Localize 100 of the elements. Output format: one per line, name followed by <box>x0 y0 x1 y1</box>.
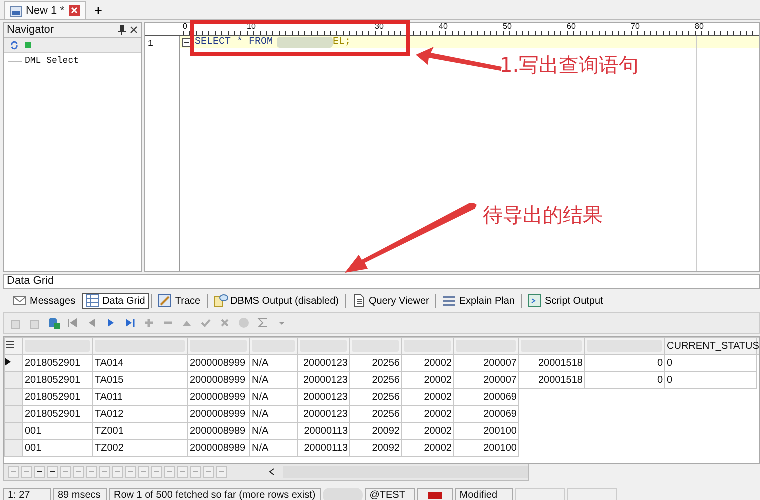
table-cell: 20002 <box>402 440 454 456</box>
table-cell: 0 <box>584 354 664 372</box>
cursor-position: 1: 27 <box>3 488 51 500</box>
table-cell: N/A <box>250 354 298 372</box>
document-icon <box>352 294 366 308</box>
table-cell: TZ002 <box>92 440 188 456</box>
close-icon[interactable] <box>68 5 80 16</box>
row-header[interactable] <box>4 354 22 372</box>
flag-icon <box>428 492 442 499</box>
close-icon[interactable] <box>130 26 138 34</box>
pencil-chart-icon <box>158 294 172 308</box>
cross-icon[interactable] <box>219 317 231 329</box>
table-cell: 20000123 <box>298 406 350 422</box>
result-tab[interactable]: Messages <box>9 293 80 309</box>
ruler-number: 40 <box>439 22 448 31</box>
collapse-icon[interactable] <box>182 38 191 46</box>
status-cell <box>566 488 617 500</box>
table-cell: 001 <box>22 440 92 456</box>
table-cell: 20092 <box>350 422 402 440</box>
ruler-number: 50 <box>503 22 512 31</box>
table-cell: N/A <box>250 372 298 388</box>
column-header[interactable]: CURRENT_STATUS <box>664 338 756 354</box>
table-cell: 2000008999 <box>188 388 250 406</box>
document-bubble-icon <box>214 294 228 308</box>
table-cell: TZ001 <box>92 422 188 440</box>
pin-icon[interactable] <box>118 25 126 35</box>
list-icon <box>442 294 456 308</box>
table-cell: 20001518 <box>518 354 584 372</box>
current-row-icon <box>6 358 11 366</box>
check-icon[interactable] <box>200 317 212 329</box>
status-message: Row 1 of 500 fetched so far (more rows exist) <box>109 488 321 500</box>
first-icon[interactable] <box>67 317 79 329</box>
last-icon[interactable] <box>124 317 136 329</box>
table-cell: 0 <box>584 372 664 388</box>
table-cell: 200007 <box>454 354 518 372</box>
tree-item[interactable]: DML Select <box>25 56 80 66</box>
result-tab[interactable]: Trace <box>154 293 205 309</box>
ruler-number: 80 <box>695 22 704 31</box>
sum-icon[interactable] <box>257 317 269 329</box>
tree-line-icon <box>8 60 22 62</box>
table-cell: 200100 <box>454 440 518 456</box>
refresh-icon[interactable] <box>10 40 19 50</box>
table-cell: 2000008989 <box>188 422 250 440</box>
table-cell: 2000008989 <box>188 440 250 456</box>
database-icon[interactable] <box>48 317 60 329</box>
table-cell: TA014 <box>92 354 188 372</box>
table-cell: 20000123 <box>298 354 350 372</box>
connection-name: @TEST <box>364 488 415 500</box>
panel-title: Data Grid <box>3 274 760 289</box>
new-tab-button[interactable]: + <box>90 2 108 19</box>
elapsed-time: 89 msecs <box>53 488 107 500</box>
nav-button-icon[interactable] <box>34 466 45 478</box>
panel-title: Navigator <box>7 24 56 36</box>
result-tab[interactable]: Explain Plan <box>438 293 519 309</box>
table-cell: N/A <box>250 406 298 422</box>
plus-icon[interactable] <box>143 317 155 329</box>
result-tab[interactable]: Data Grid <box>82 293 150 309</box>
table-cell: N/A <box>250 440 298 456</box>
script-icon <box>528 294 542 308</box>
result-tab[interactable]: Script Output <box>524 293 608 309</box>
table-cell: 2018052901 <box>22 354 92 372</box>
annotation-text: 1.写出查询语句 <box>500 52 640 79</box>
table-cell: 001 <box>22 422 92 440</box>
table-cell: 20256 <box>350 372 402 388</box>
document-tab[interactable]: New 1 * <box>4 1 86 19</box>
tab-label: New 1 * <box>26 4 65 16</box>
ruler-number: 70 <box>631 22 640 31</box>
result-tab[interactable]: Query Viewer <box>348 293 434 309</box>
ruler-number: 0 <box>183 22 188 31</box>
scrollbar[interactable] <box>283 466 528 478</box>
table-cell: 20002 <box>402 406 454 422</box>
table-cell: 20000113 <box>298 422 350 440</box>
table-cell: TA015 <box>92 372 188 388</box>
table-cell: 2000008999 <box>188 354 250 372</box>
message-icon <box>13 294 27 308</box>
table-cell: 20002 <box>402 422 454 440</box>
nav-button-icon[interactable] <box>47 466 58 478</box>
table-cell: 20002 <box>402 372 454 388</box>
table-cell: TA012 <box>92 406 188 422</box>
grid-icon <box>86 294 100 308</box>
table-cell: 20000123 <box>298 388 350 406</box>
table-cell: 2000008999 <box>188 406 250 422</box>
table-cell: 20256 <box>350 354 402 372</box>
table-cell: 20256 <box>350 406 402 422</box>
table-cell: 20002 <box>402 354 454 372</box>
table-cell: 200069 <box>454 406 518 422</box>
table-cell: 20092 <box>350 440 402 456</box>
result-tab[interactable]: DBMS Output (disabled) <box>210 293 343 309</box>
blurred-text <box>322 488 363 500</box>
table-cell: N/A <box>250 388 298 406</box>
table-cell: 20001518 <box>518 372 584 388</box>
edit-state: Modified <box>454 488 513 500</box>
table-cell: N/A <box>250 422 298 440</box>
chevron-left-icon[interactable] <box>269 468 275 476</box>
table-cell: TA011 <box>92 388 188 406</box>
table-cell: 2018052901 <box>22 372 92 388</box>
table-cell: 20000113 <box>298 440 350 456</box>
arrow-icon <box>343 203 479 275</box>
status-cell <box>514 488 565 500</box>
table-cell: 2018052901 <box>22 406 92 422</box>
